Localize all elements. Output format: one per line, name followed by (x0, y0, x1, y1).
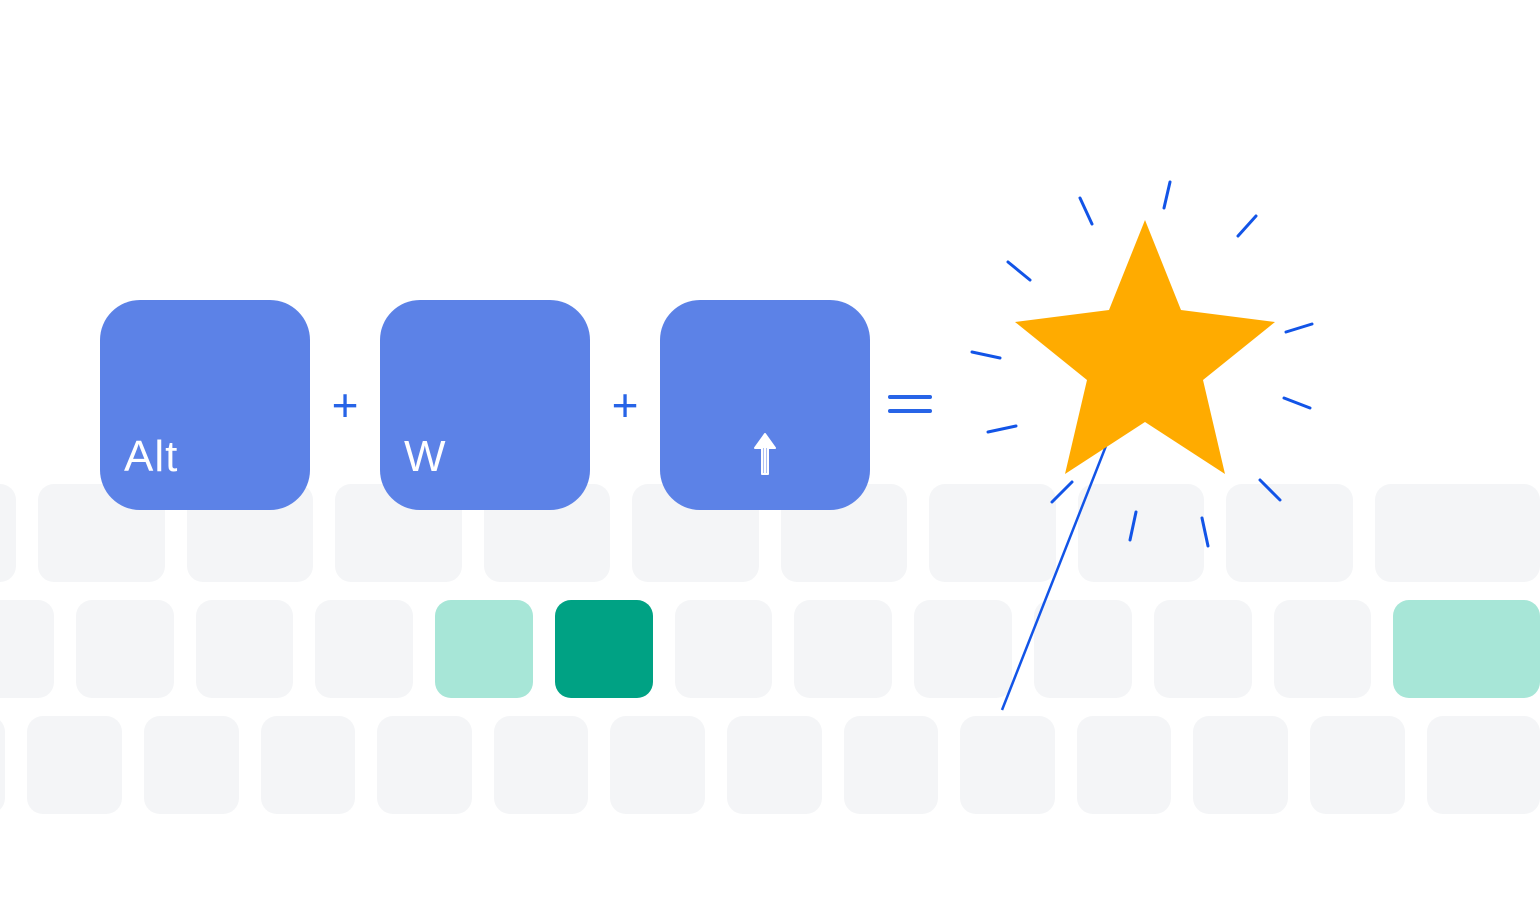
keyboard-key (144, 716, 239, 814)
keyboard-key (914, 600, 1012, 698)
keyboard-key (1154, 600, 1252, 698)
keyboard-key (315, 600, 413, 698)
shortcut-key-alt: Alt (100, 300, 310, 510)
plus-icon: + (590, 382, 660, 428)
keyboard-key (76, 600, 174, 698)
keyboard-key (494, 716, 589, 814)
keyboard-row-2 (0, 600, 1540, 698)
keyboard-key (435, 600, 533, 698)
keyboard-key (610, 716, 705, 814)
keyboard-key (555, 600, 653, 698)
shortcut-key-arrow-up (660, 300, 870, 510)
equals-icon (870, 383, 950, 427)
keyboard-key (1375, 484, 1540, 582)
keyboard-key (1427, 716, 1540, 814)
keyboard-key (377, 716, 472, 814)
keyboard-key (1193, 716, 1288, 814)
keyboard-key (1077, 716, 1172, 814)
keyboard-key (844, 716, 939, 814)
keyboard-key (1310, 716, 1405, 814)
keyboard-row-3 (0, 716, 1540, 814)
shortcut-key-label: Alt (124, 432, 178, 482)
keyboard-key (0, 600, 54, 698)
keyboard-key (1034, 600, 1132, 698)
keyboard-key (1393, 600, 1540, 698)
keyboard-key (1226, 484, 1352, 582)
keyboard-key (794, 600, 892, 698)
keyboard-key (675, 600, 773, 698)
shortcut-display: Alt + W + (100, 300, 950, 510)
keyboard-key (960, 716, 1055, 814)
keyboard-key (1274, 600, 1372, 698)
shortcut-key-w: W (380, 300, 590, 510)
star-icon (1015, 220, 1275, 474)
keyboard-key (261, 716, 356, 814)
shortcut-key-label: W (404, 432, 447, 482)
arrow-up-icon (753, 432, 777, 476)
keyboard-key (196, 600, 294, 698)
keyboard-key (27, 716, 122, 814)
keyboard-key (727, 716, 822, 814)
keyboard-key (0, 716, 5, 814)
keyboard-key (1078, 484, 1204, 582)
keyboard-key (0, 484, 16, 582)
plus-icon: + (310, 382, 380, 428)
